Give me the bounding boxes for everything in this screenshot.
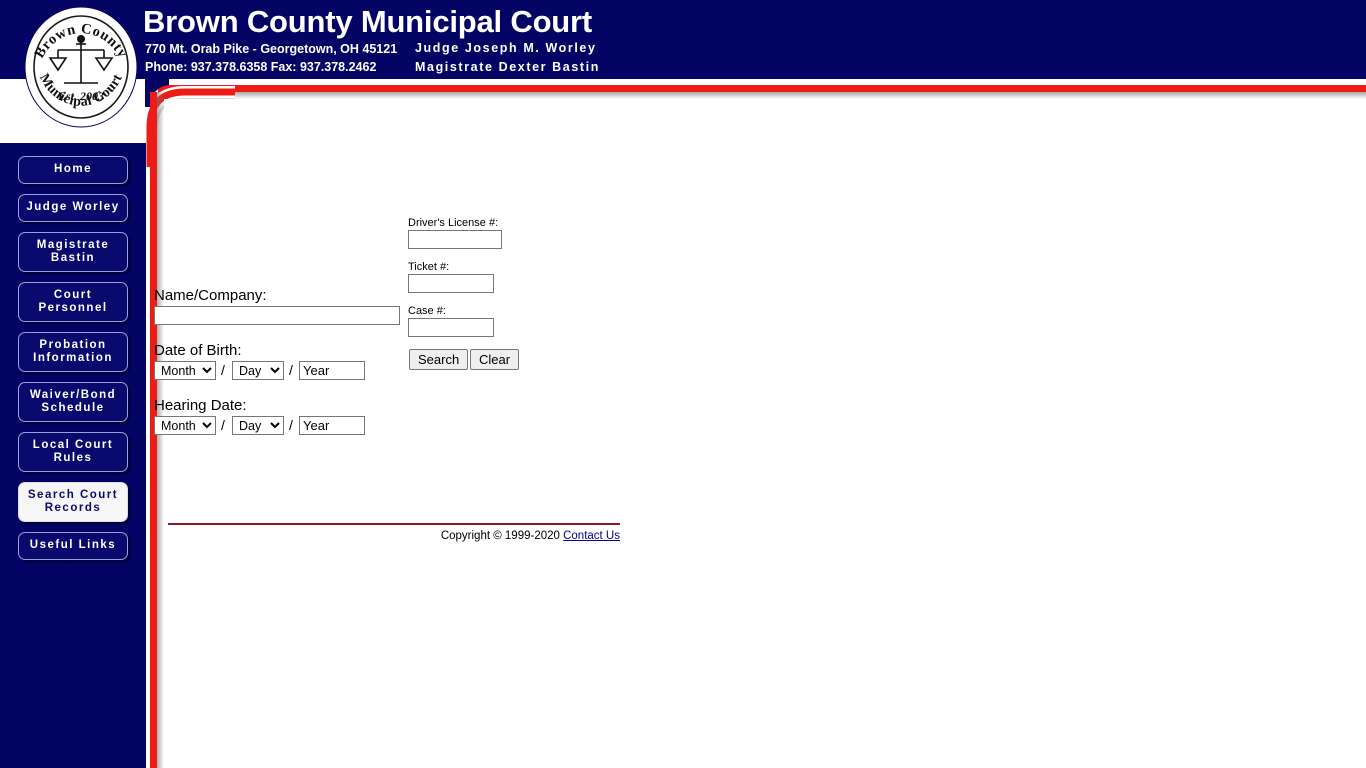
case-number-input[interactable]	[408, 318, 494, 337]
search-button[interactable]: Search	[409, 349, 469, 370]
hearing-year-input[interactable]	[299, 416, 365, 435]
sidebar-nav: Home Judge Worley Magistrate Bastin Cour…	[0, 146, 146, 768]
judge-name: Judge Joseph M. Worley	[415, 41, 597, 55]
court-contact: Phone: 937.378.6358 Fax: 937.378.2462	[145, 60, 377, 74]
sidebar-item-magistrate-bastin[interactable]: Magistrate Bastin	[18, 232, 128, 272]
sidebar-item-search-court-records[interactable]: Search Court Records	[18, 482, 128, 522]
court-records-search-form: Name/Company: Date of Birth: Month010203…	[154, 99, 634, 459]
hearing-separator-2: /	[289, 417, 293, 433]
sidebar-item-home[interactable]: Home	[18, 156, 128, 184]
sidebar-item-local-court-rules[interactable]: Local Court Rules	[18, 432, 128, 472]
contact-us-link[interactable]: Contact Us	[563, 530, 620, 542]
copyright-text: Copyright © 1999-2020	[440, 530, 564, 542]
name-company-label: Name/Company:	[154, 287, 267, 304]
red-top-bar-shadow	[158, 92, 1366, 99]
drivers-license-label: Driver's License #:	[408, 217, 499, 229]
name-company-input[interactable]	[154, 306, 400, 325]
ticket-number-label: Ticket #:	[408, 261, 450, 273]
sidebar-item-useful-links[interactable]: Useful Links	[18, 532, 128, 560]
red-top-bar	[158, 85, 1366, 92]
ticket-number-input[interactable]	[408, 274, 494, 293]
clear-button[interactable]: Clear	[470, 349, 520, 370]
dob-separator-2: /	[289, 362, 293, 378]
sidebar-item-waiver-bond-schedule[interactable]: Waiver/Bond Schedule	[18, 382, 128, 422]
magistrate-name: Magistrate Dexter Bastin	[415, 60, 600, 74]
svg-text:Est. 2003: Est. 2003	[57, 89, 104, 103]
footer-divider	[168, 523, 620, 525]
date-of-birth-label: Date of Birth:	[154, 342, 242, 359]
dob-separator-1: /	[221, 362, 225, 378]
page-title: Brown County Municipal Court	[143, 4, 593, 39]
dob-day-select[interactable]: Day0102030405060708091011121314151617181…	[232, 361, 284, 380]
case-number-label: Case #:	[408, 305, 446, 317]
main-content: Name/Company: Date of Birth: Month010203…	[154, 99, 1366, 768]
court-logo[interactable]: Brown County Municipal Court Est. 2003 w…	[8, 3, 152, 145]
sidebar-item-court-personnel[interactable]: Court Personnel	[18, 282, 128, 322]
sidebar-item-probation-information[interactable]: Probation Information	[18, 332, 128, 372]
hearing-month-select[interactable]: Month010203040506070809101112	[154, 416, 216, 435]
sidebar-item-judge-worley[interactable]: Judge Worley	[18, 194, 128, 222]
court-seal-icon: Brown County Municipal Court Est. 2003	[24, 6, 138, 128]
court-address: 770 Mt. Orab Pike - Georgetown, OH 45121	[145, 42, 398, 56]
dob-year-input[interactable]	[299, 361, 365, 380]
hearing-separator-1: /	[221, 417, 225, 433]
hearing-day-select[interactable]: Day0102030405060708091011121314151617181…	[232, 416, 284, 435]
hearing-date-label: Hearing Date:	[154, 397, 247, 414]
drivers-license-input[interactable]	[408, 230, 502, 249]
footer-copyright: Copyright © 1999-2020 Contact Us	[168, 530, 620, 542]
dob-month-select[interactable]: Month010203040506070809101112	[154, 361, 216, 380]
